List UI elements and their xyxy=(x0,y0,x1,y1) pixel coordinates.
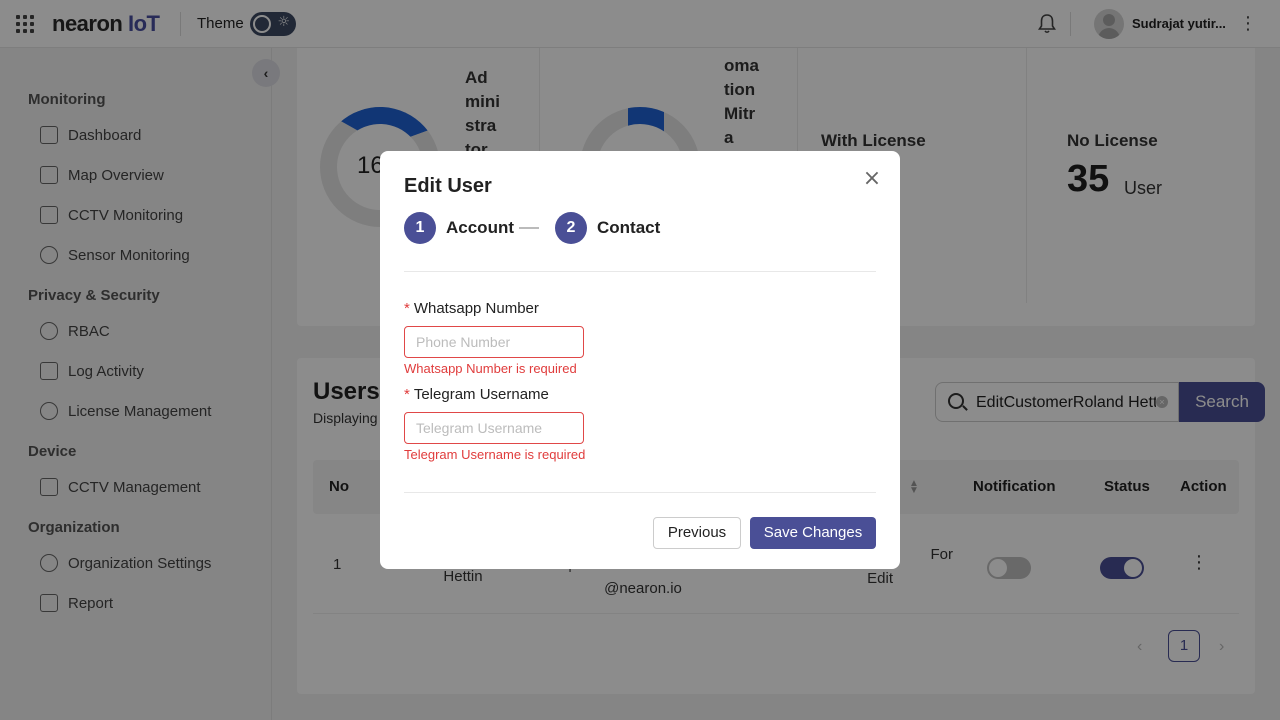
divider xyxy=(404,271,876,272)
modal-title: Edit User xyxy=(404,175,492,197)
save-changes-button[interactable]: Save Changes xyxy=(750,517,876,549)
step-2-number[interactable]: 2 xyxy=(555,212,587,244)
previous-button[interactable]: Previous xyxy=(653,517,741,549)
required-marker: * xyxy=(404,300,410,317)
step-1-number[interactable]: 1 xyxy=(404,212,436,244)
close-icon[interactable]: × xyxy=(862,168,882,190)
edit-user-modal: Edit User × 1 Account 2 Contact * Whatsap… xyxy=(380,151,900,569)
whatsapp-label: * Whatsapp Number xyxy=(404,300,539,317)
telegram-error: Telegram Username is required xyxy=(404,447,586,462)
telegram-label: * Telegram Username xyxy=(404,386,549,403)
telegram-label-text: Telegram Username xyxy=(413,386,549,403)
step-1-label[interactable]: Account xyxy=(446,218,514,238)
divider xyxy=(404,492,876,493)
required-marker: * xyxy=(404,386,410,403)
whatsapp-label-text: Whatsapp Number xyxy=(413,300,539,317)
whatsapp-error: Whatsapp Number is required xyxy=(404,361,577,376)
whatsapp-number-field[interactable] xyxy=(404,326,584,358)
step-connector xyxy=(519,227,539,229)
telegram-username-field[interactable] xyxy=(404,412,584,444)
step-2-label[interactable]: Contact xyxy=(597,218,660,238)
